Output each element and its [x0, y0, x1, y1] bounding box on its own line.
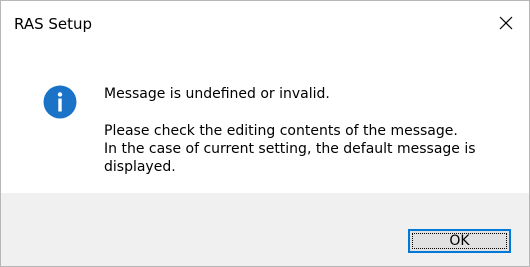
window-title: RAS Setup — [14, 15, 93, 33]
title-bar: RAS Setup — [1, 1, 529, 35]
info-icon — [43, 85, 77, 119]
close-icon — [499, 16, 513, 30]
message-dialog: RAS Setup Message is undefined or invali… — [0, 0, 530, 267]
message-area: Message is undefined or invalid. Please … — [1, 35, 529, 193]
message-body-line: Please check the editing contents of the… — [104, 123, 458, 139]
message-headline: Message is undefined or invalid. — [104, 86, 330, 102]
message-body-line: In the case of current setting, the defa… — [104, 141, 476, 157]
ok-button[interactable]: OK — [408, 229, 511, 253]
close-button[interactable] — [483, 1, 529, 35]
ok-button-label: OK — [449, 233, 470, 249]
button-bar: OK — [1, 193, 529, 266]
message-body: Please check the editing contents of the… — [104, 122, 514, 176]
message-body-line: displayed. — [104, 159, 176, 175]
